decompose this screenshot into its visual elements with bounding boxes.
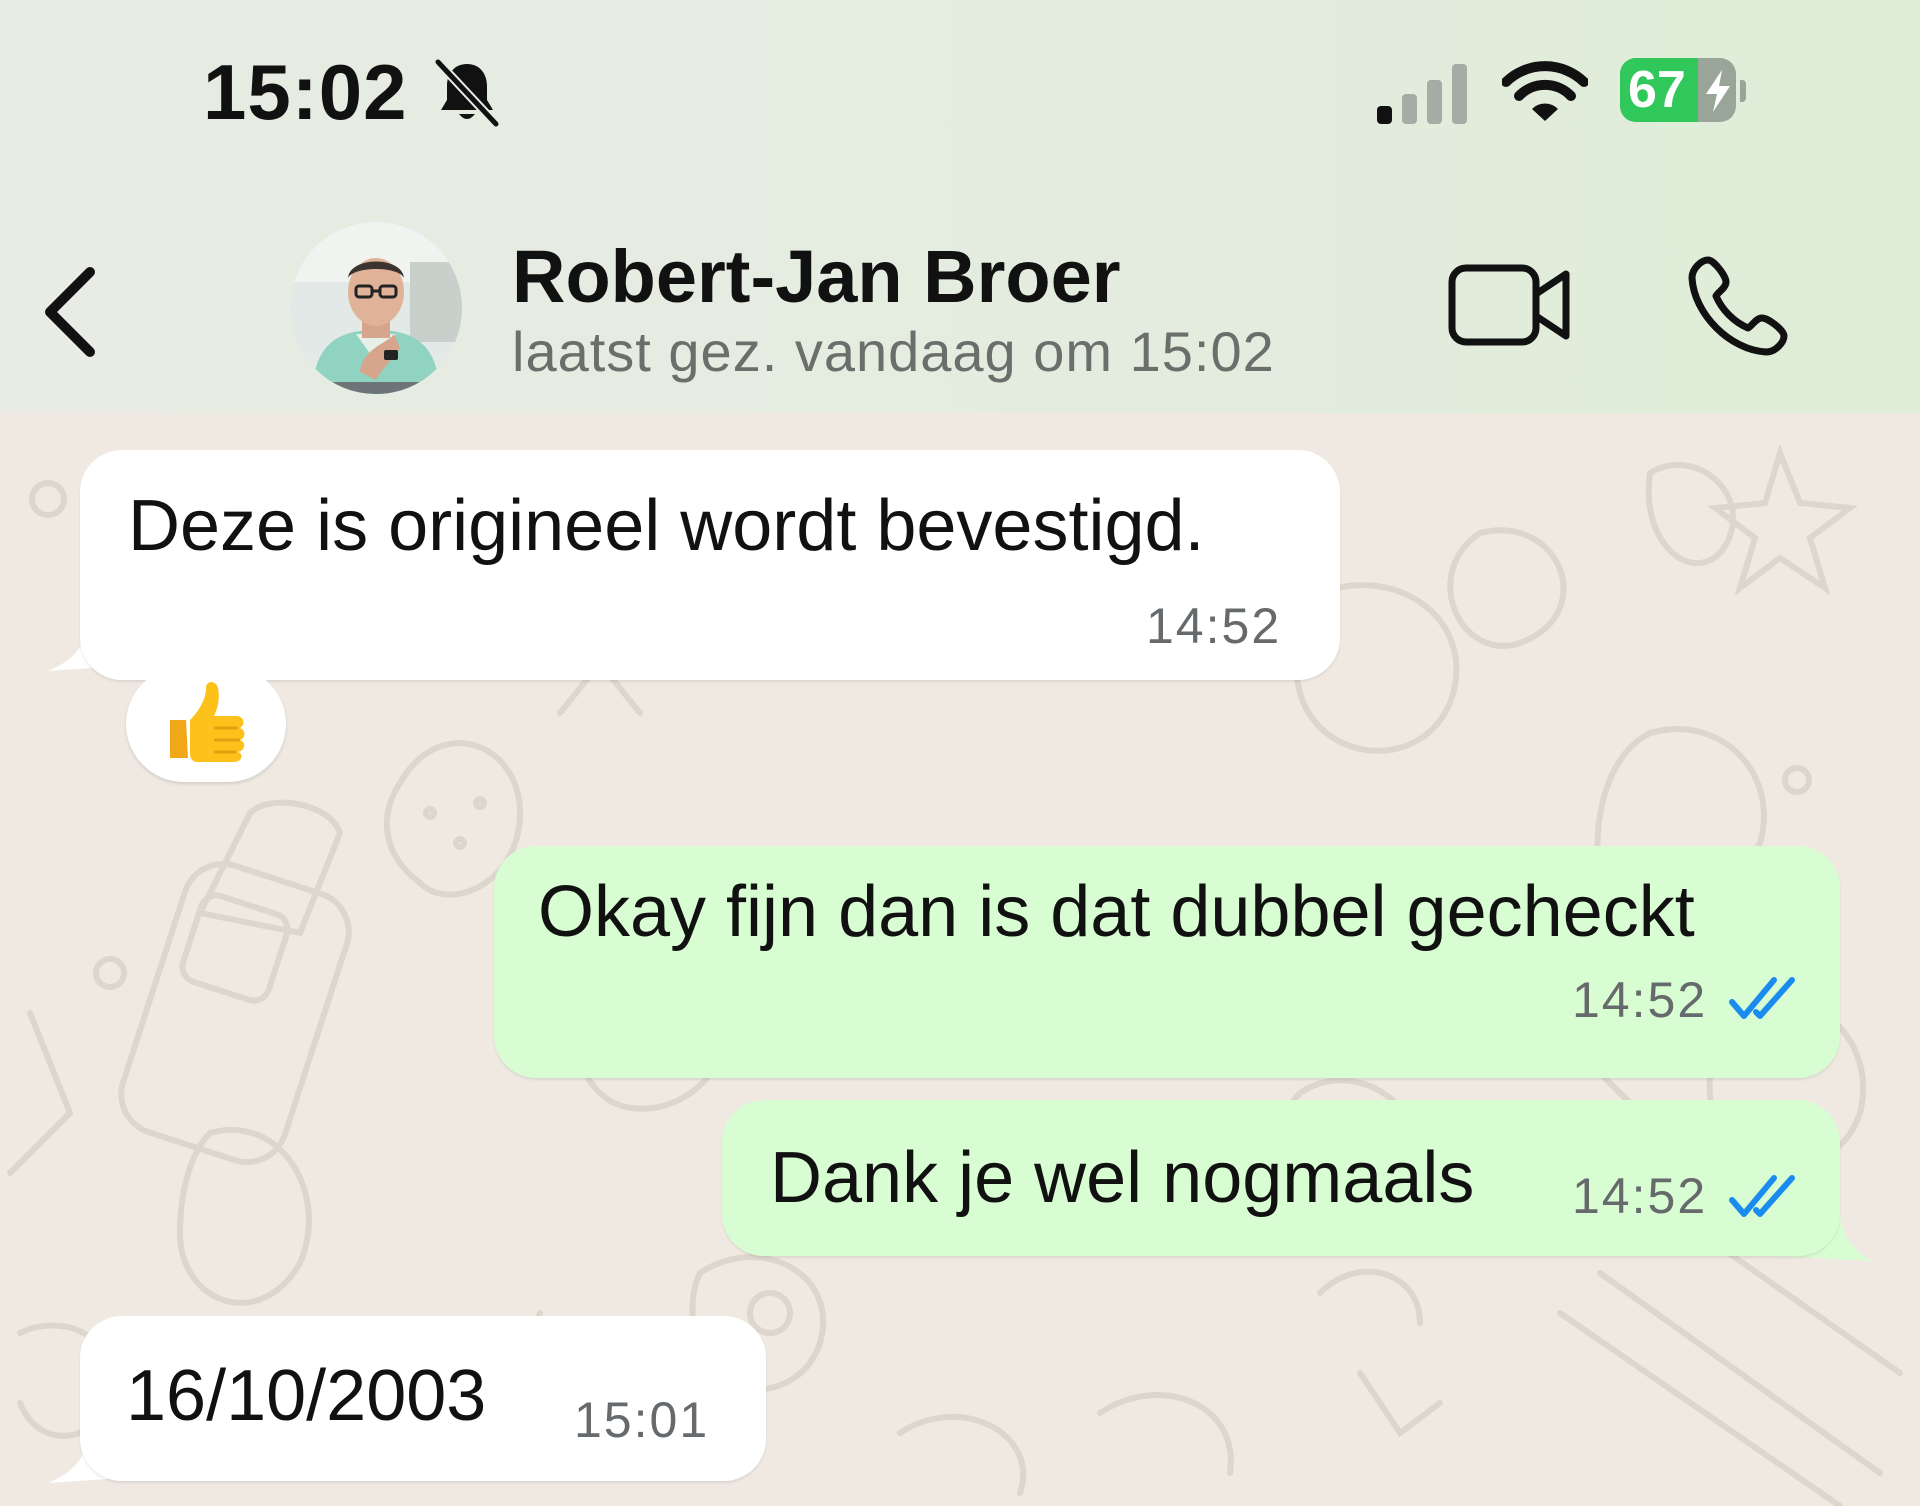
message-bubble-outgoing[interactable]: Okay fijn dan is dat dubbel gecheckt 14:… xyxy=(494,846,1840,1078)
message-text: Okay fijn dan is dat dubbel gecheckt xyxy=(538,872,1695,952)
charging-bolt-icon xyxy=(1706,70,1730,112)
back-chevron-icon[interactable] xyxy=(38,262,108,362)
message-text: Deze is origineel wordt bevestigd. xyxy=(128,486,1205,566)
message-bubble-outgoing[interactable]: Dank je wel nogmaals 14:52 xyxy=(722,1100,1840,1256)
chat-area[interactable]: Deze is origineel wordt bevestigd. 14:52… xyxy=(0,413,1920,1506)
message-time: 14:52 xyxy=(1572,972,1708,1028)
battery-tip xyxy=(1740,80,1746,102)
phone-call-icon[interactable] xyxy=(1686,254,1790,358)
status-bar-time: 15:02 xyxy=(203,48,408,136)
message-time: 14:52 xyxy=(1146,598,1282,654)
wifi-icon xyxy=(1502,61,1588,121)
video-call-icon[interactable] xyxy=(1448,262,1572,348)
signal-icon xyxy=(1377,64,1467,124)
message-text: Dank je wel nogmaals xyxy=(770,1138,1475,1218)
contact-name[interactable]: Robert-Jan Broer xyxy=(512,237,1121,317)
message-time: 14:52 xyxy=(1572,1168,1708,1224)
thumbs-up-icon xyxy=(170,682,245,762)
contact-avatar[interactable] xyxy=(290,222,462,394)
message-text: 16/10/2003 xyxy=(126,1356,487,1436)
message-bubble-incoming[interactable]: Deze is origineel wordt bevestigd. 14:52 xyxy=(80,450,1340,680)
message-time: 15:01 xyxy=(574,1392,710,1448)
read-receipt-icon xyxy=(1729,1175,1795,1217)
read-receipt-icon xyxy=(1729,977,1795,1019)
battery-body: 67 xyxy=(1620,58,1736,122)
avatar-photo xyxy=(290,222,462,394)
reaction-badge[interactable] xyxy=(126,666,286,782)
last-seen-status: laatst gez. vandaag om 15:02 xyxy=(512,320,1275,383)
message-bubble-incoming[interactable]: 16/10/2003 15:01 xyxy=(80,1316,766,1481)
chat-header: 15:02 67 Robert-Jan Broer laatst gez. va… xyxy=(0,0,1920,413)
battery-percentage: 67 xyxy=(1628,61,1686,119)
bell-off-icon xyxy=(434,58,500,128)
battery-indicator: 67 xyxy=(1620,58,1746,122)
